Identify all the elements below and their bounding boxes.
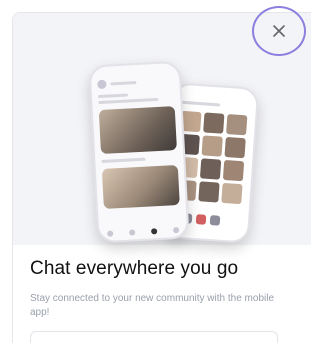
- feed-card: [101, 164, 180, 209]
- close-icon: [273, 25, 285, 37]
- download-app-button[interactable]: [30, 331, 278, 343]
- avatar: [97, 79, 107, 89]
- phone-tab-bar: [99, 227, 187, 238]
- feed-card: [98, 106, 177, 154]
- modal-title: Chat everywhere you go: [30, 258, 239, 279]
- phone-mockup-feed: [88, 60, 190, 244]
- modal-subtitle: Stay connected to your new community wit…: [30, 293, 275, 318]
- close-button[interactable]: [252, 6, 306, 56]
